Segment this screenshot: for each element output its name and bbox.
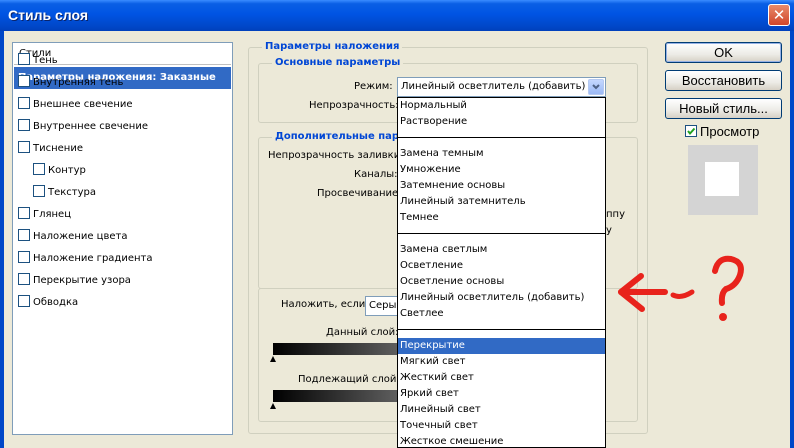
preview-checkbox[interactable] (685, 125, 697, 137)
option-partial-text: у (606, 225, 612, 236)
style-checkbox[interactable] (18, 251, 30, 263)
underlying-layer-black-handle[interactable] (270, 403, 276, 409)
window-frame-right (790, 31, 794, 448)
red-arrow-question-annotation (618, 255, 744, 321)
style-item-label: Тень (33, 55, 58, 66)
style-item[interactable]: Глянец (18, 204, 71, 226)
mode-dropdown-button[interactable] (588, 79, 604, 95)
style-item[interactable]: Внутреннее свечение (18, 116, 148, 138)
style-checkbox[interactable] (18, 141, 30, 153)
style-checkbox[interactable] (18, 273, 30, 285)
blend-mode-option[interactable]: Линейный осветлитель (добавить) (398, 290, 605, 306)
style-item-label: Внутренняя тень (33, 77, 124, 88)
style-checkbox[interactable] (33, 185, 45, 197)
blend-mode-option[interactable]: Замена темным (398, 146, 605, 162)
style-checkbox[interactable] (18, 229, 30, 241)
preview-label[interactable]: Просмотр (700, 124, 759, 139)
mode-value: Линейный осветлитель (добавить) (401, 81, 586, 92)
blend-mode-option[interactable]: Замена светлым (398, 242, 605, 258)
blend-mode-option[interactable]: Растворение (398, 114, 605, 130)
window-frame-left (0, 31, 4, 448)
blend-mode-option[interactable]: Умножение (398, 162, 605, 178)
title-bar: Стиль слоя ✕ (0, 0, 794, 31)
dropdown-separator (398, 137, 605, 138)
style-item[interactable]: Перекрытие узора (18, 270, 131, 292)
style-item-label: Тиснение (33, 143, 83, 154)
style-item[interactable]: Внутренняя тень (18, 72, 123, 94)
blend-mode-option[interactable]: Светлее (398, 306, 605, 322)
mode-label: Режим: (354, 81, 393, 92)
style-checkbox[interactable] (18, 53, 30, 65)
ok-button[interactable]: OK (665, 42, 782, 63)
underlying-layer-label: Подлежащий слой: (298, 374, 400, 385)
reset-button[interactable]: Восстановить (665, 70, 782, 91)
style-item-label: Наложение цвета (33, 231, 128, 242)
blend-mode-option[interactable]: Линейный свет (398, 402, 605, 418)
blend-mode-option[interactable]: Точечный свет (398, 418, 605, 434)
style-item[interactable]: Наложение цвета (18, 226, 128, 248)
this-layer-black-handle[interactable] (270, 356, 276, 362)
close-button[interactable]: ✕ (768, 4, 790, 26)
this-layer-slider[interactable] (273, 343, 400, 355)
style-preview (688, 145, 758, 215)
new-style-button[interactable]: Новый стиль... (665, 98, 782, 119)
blend-mode-dropdown-list[interactable]: Нормальный Растворение Замена темным Умноже… (397, 97, 606, 448)
style-checkbox[interactable] (33, 163, 45, 175)
style-item-label: Перекрытие узора (33, 275, 131, 286)
group-option-partial-text: ппу (606, 209, 625, 220)
basic-params-title: Основные параметры (272, 57, 404, 68)
blend-mode-option[interactable]: Осветление (398, 258, 605, 274)
style-checkbox[interactable] (18, 119, 30, 131)
styles-list: Стили Параметры наложения: Заказные Тень… (12, 42, 233, 435)
style-item[interactable]: Внешнее свечение (18, 94, 133, 116)
blend-mode-option[interactable]: Перекрытие (398, 338, 605, 354)
style-checkbox[interactable] (18, 207, 30, 219)
knockout-label: Просвечивание: (317, 188, 402, 199)
underlying-layer-slider[interactable] (273, 390, 400, 402)
style-checkbox[interactable] (18, 75, 30, 87)
style-item[interactable]: Тиснение (18, 138, 83, 160)
style-item-label: Наложение градиента (33, 253, 153, 264)
style-item[interactable]: Тень (18, 50, 58, 72)
style-item[interactable]: Контур (33, 160, 86, 182)
style-item-label: Внешнее свечение (33, 99, 133, 110)
style-item-label: Текстура (48, 187, 97, 198)
opacity-label: Непрозрачность: (309, 100, 399, 111)
window-title: Стиль слоя (8, 7, 88, 23)
style-item-label: Обводка (33, 297, 79, 308)
mode-select[interactable]: Линейный осветлитель (добавить) (397, 77, 606, 97)
blend-mode-option[interactable]: Осветление основы (398, 274, 605, 290)
style-item[interactable]: Наложение градиента (18, 248, 152, 270)
blending-options-title: Параметры наложения (262, 41, 403, 52)
blend-mode-option[interactable]: Затемнение основы (398, 178, 605, 194)
style-item-label: Глянец (33, 209, 72, 220)
blend-if-label: Наложить, если: (281, 299, 369, 310)
checkmark-icon (687, 127, 696, 136)
dropdown-separator (398, 233, 605, 234)
style-checkbox[interactable] (18, 295, 30, 307)
style-item[interactable]: Обводка (18, 292, 78, 314)
this-layer-label: Данный слой: (326, 327, 399, 338)
style-preview-swatch (705, 162, 739, 196)
channels-label: Каналы: (354, 169, 398, 180)
blend-mode-option[interactable]: Яркий свет (398, 386, 605, 402)
dropdown-separator (398, 329, 605, 330)
blend-mode-option[interactable]: Мягкий свет (398, 354, 605, 370)
chevron-down-icon (592, 84, 600, 90)
blend-mode-option[interactable]: Линейный затемнитель (398, 194, 605, 210)
style-checkbox[interactable] (18, 97, 30, 109)
blend-mode-option[interactable]: Темнее (398, 210, 605, 226)
blend-mode-option[interactable]: Жесткое смешение (398, 434, 605, 447)
blend-mode-option[interactable]: Нормальный (398, 98, 605, 114)
style-item[interactable]: Текстура (33, 182, 96, 204)
style-item-label: Внутреннее свечение (33, 121, 148, 132)
fill-opacity-label: Непрозрачность заливки: (268, 150, 404, 161)
style-item-label: Контур (48, 165, 86, 176)
blend-mode-option[interactable]: Жесткий свет (398, 370, 605, 386)
